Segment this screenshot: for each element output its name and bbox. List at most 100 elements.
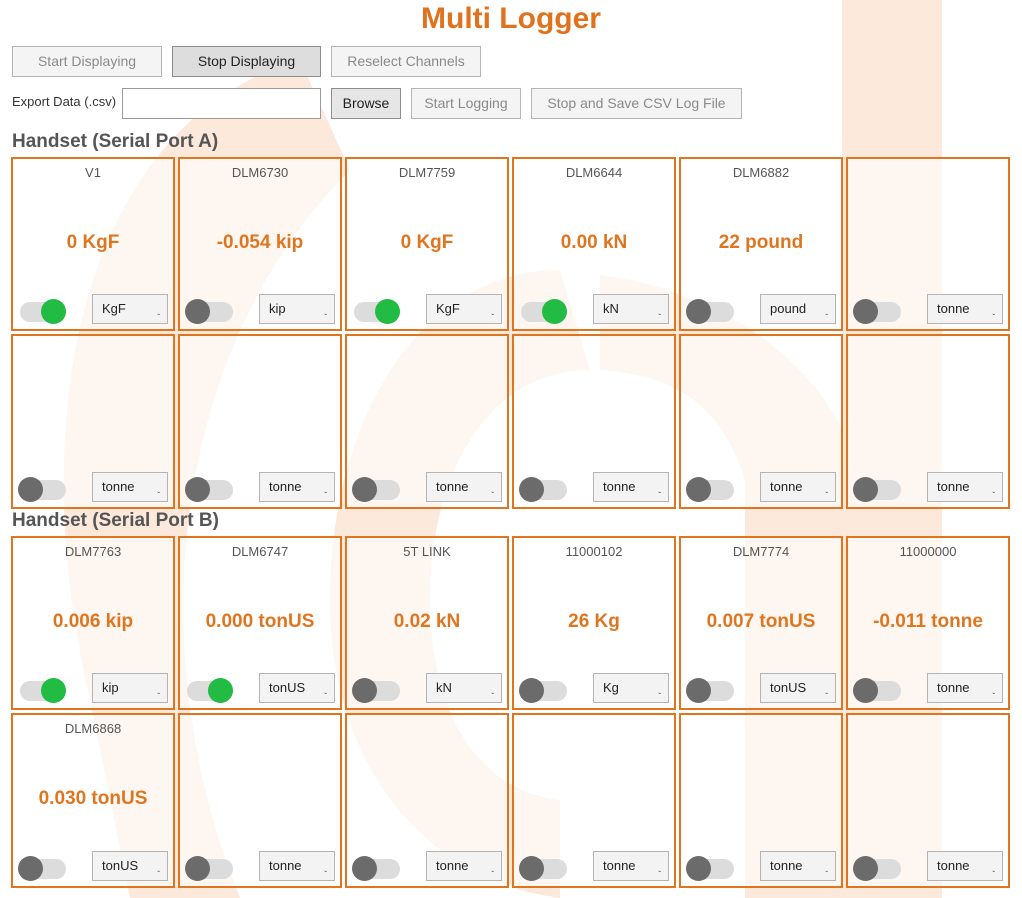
unit-select-value: tonne [770, 479, 803, 494]
chevron-down-icon: ˇ [491, 491, 494, 500]
unit-select[interactable]: KgF ˇ [92, 294, 168, 324]
channel-cell: 5T LINK 0.02 kN kN ˇ [345, 536, 509, 710]
unit-select[interactable]: tonUS ˇ [92, 851, 168, 881]
channel-enable-toggle[interactable] [521, 299, 567, 324]
unit-select[interactable]: kip ˇ [92, 673, 168, 703]
unit-select[interactable]: tonne ˇ [92, 472, 168, 502]
unit-select-value: kN [436, 680, 452, 695]
start-logging-button[interactable]: Start Logging [411, 88, 521, 119]
unit-select[interactable]: kN ˇ [593, 294, 669, 324]
channel-cell: tonne ˇ [512, 713, 676, 888]
channel-enable-toggle[interactable] [853, 299, 901, 324]
unit-select-value: tonne [603, 479, 636, 494]
channel-name: 5T LINK [403, 544, 451, 559]
unit-select[interactable]: tonUS ˇ [259, 673, 335, 703]
channel-cell: tonne ˇ [11, 334, 175, 509]
channel-enable-toggle[interactable] [185, 477, 233, 502]
channel-enable-toggle[interactable] [20, 299, 66, 324]
channel-enable-toggle[interactable] [352, 856, 400, 881]
unit-select-value: tonne [770, 858, 803, 873]
chevron-down-icon: ˇ [992, 313, 995, 322]
channel-enable-toggle[interactable] [185, 856, 233, 881]
channel-name: DLM7774 [732, 544, 790, 559]
unit-select[interactable]: tonUS ˇ [760, 673, 836, 703]
chevron-down-icon: ˇ [658, 491, 661, 500]
toggle-knob [375, 299, 400, 324]
unit-select[interactable]: tonne ˇ [426, 472, 502, 502]
channel-cell: tonne ˇ [846, 157, 1010, 331]
channel-enable-toggle[interactable] [853, 477, 901, 502]
unit-select[interactable]: tonne ˇ [927, 851, 1003, 881]
channel-reading: 0.000 tonUS [205, 611, 315, 632]
toggle-knob [18, 477, 43, 502]
unit-select[interactable]: tonne ˇ [426, 851, 502, 881]
channel-enable-toggle[interactable] [853, 856, 901, 881]
channel-name: DLM6644 [565, 165, 623, 180]
channel-name: DLM6730 [231, 165, 289, 180]
channel-name: DLM7763 [64, 544, 122, 559]
channel-cell: tonne ˇ [178, 713, 342, 888]
export-path-input[interactable] [122, 88, 321, 119]
section-title-port-a: Handset (Serial Port A) [12, 131, 219, 152]
channel-reading: 0.006 kip [52, 611, 134, 632]
channel-cell: tonne ˇ [679, 713, 843, 888]
channel-enable-toggle[interactable] [352, 678, 400, 703]
toggle-knob [519, 477, 544, 502]
unit-select[interactable]: KgF ˇ [426, 294, 502, 324]
unit-select[interactable]: tonne ˇ [259, 851, 335, 881]
toggle-knob [853, 477, 878, 502]
channel-enable-toggle[interactable] [686, 678, 734, 703]
toggle-knob [352, 856, 377, 881]
unit-select[interactable]: tonne ˇ [593, 851, 669, 881]
channel-reading: -0.011 tonne [873, 611, 983, 632]
channel-reading: 0 KgF [400, 232, 454, 253]
channel-enable-toggle[interactable] [187, 678, 233, 703]
channel-enable-toggle[interactable] [686, 477, 734, 502]
channel-reading: 0.007 tonUS [706, 611, 816, 632]
stop-save-csv-button[interactable]: Stop and Save CSV Log File [531, 88, 742, 119]
channel-enable-toggle[interactable] [686, 299, 734, 324]
unit-select[interactable]: tonne ˇ [259, 472, 335, 502]
channel-enable-toggle[interactable] [519, 678, 567, 703]
toggle-knob [853, 299, 878, 324]
channel-enable-toggle[interactable] [519, 856, 567, 881]
channel-reading: 0.02 kN [393, 611, 461, 632]
browse-button[interactable]: Browse [331, 88, 401, 119]
unit-select[interactable]: kip ˇ [259, 294, 335, 324]
toggle-knob [519, 856, 544, 881]
unit-select[interactable]: pound ˇ [760, 294, 836, 324]
channel-name: 11000000 [899, 544, 957, 559]
channel-reading: 0 KgF [66, 232, 120, 253]
unit-select[interactable]: tonne ˇ [593, 472, 669, 502]
channel-enable-toggle[interactable] [20, 678, 66, 703]
unit-select[interactable]: tonne ˇ [927, 294, 1003, 324]
reselect-channels-button[interactable]: Reselect Channels [331, 46, 481, 77]
unit-select[interactable]: tonne ˇ [760, 851, 836, 881]
channel-enable-toggle[interactable] [354, 299, 400, 324]
channel-enable-toggle[interactable] [352, 477, 400, 502]
toggle-knob [185, 477, 210, 502]
stop-displaying-button[interactable]: Stop Displaying [172, 46, 321, 77]
channel-enable-toggle[interactable] [185, 299, 233, 324]
channel-enable-toggle[interactable] [519, 477, 567, 502]
chevron-down-icon: ˇ [825, 692, 828, 701]
unit-select-value: tonne [937, 479, 970, 494]
chevron-down-icon: ˇ [491, 313, 494, 322]
channel-cell: 11000000 -0.011 tonne tonne ˇ [846, 536, 1010, 710]
unit-select[interactable]: tonne ˇ [927, 472, 1003, 502]
unit-select[interactable]: tonne ˇ [927, 673, 1003, 703]
channel-enable-toggle[interactable] [853, 678, 901, 703]
channel-enable-toggle[interactable] [686, 856, 734, 881]
channel-name: V1 [85, 165, 101, 180]
unit-select-value: kip [269, 301, 286, 316]
unit-select[interactable]: kN ˇ [426, 673, 502, 703]
chevron-down-icon: ˇ [157, 313, 160, 322]
channel-enable-toggle[interactable] [18, 856, 66, 881]
channel-enable-toggle[interactable] [18, 477, 66, 502]
unit-select-value: tonne [102, 479, 135, 494]
channel-reading: 26 Kg [568, 611, 620, 632]
unit-select[interactable]: Kg ˇ [593, 673, 669, 703]
unit-select[interactable]: tonne ˇ [760, 472, 836, 502]
app-title: Multi Logger [421, 2, 601, 35]
start-displaying-button[interactable]: Start Displaying [12, 46, 162, 77]
